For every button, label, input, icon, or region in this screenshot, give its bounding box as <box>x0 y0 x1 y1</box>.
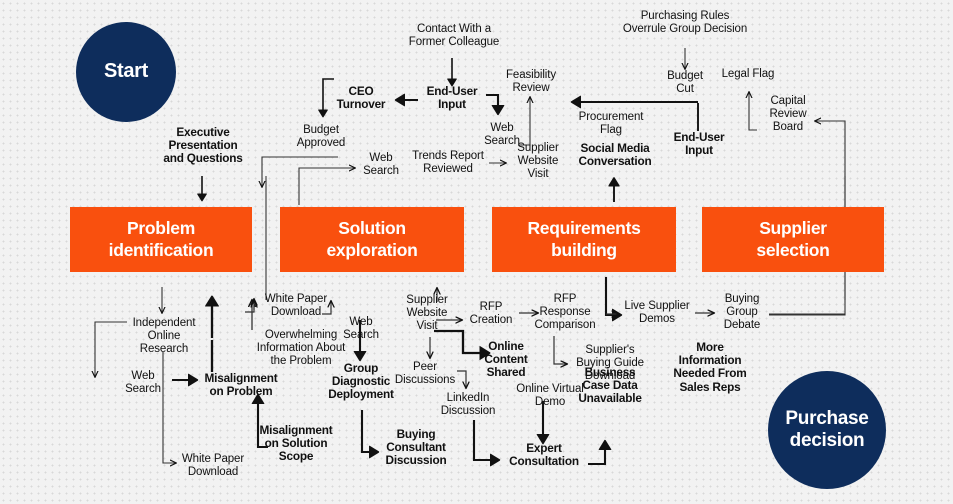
node-buying-group-debate: Buying Group Debate <box>723 293 761 331</box>
node-supplier-website-visit-bottom: Supplier Website Visit <box>406 294 448 332</box>
node-misalignment-on-solution-scope: Misalignment on Solution Scope <box>259 423 333 464</box>
node-business-case-data-unavailable: Business Case Data Unavailable <box>578 365 642 406</box>
node-feasibility-review: Feasibility Review <box>505 69 557 94</box>
node-linkedin-discussion: LinkedIn Discussion <box>440 392 496 417</box>
node-web-search-bottom-left: Web Search <box>125 370 161 395</box>
node-independent-online-research: Independent Online Research <box>132 317 196 355</box>
node-supplier-website-visit-top: Supplier Website Visit <box>517 142 559 180</box>
node-legal-flag: Legal Flag <box>721 68 775 80</box>
stage-box-solution-exploration[interactable]: Solution exploration <box>280 207 464 272</box>
stage-box-requirements-building[interactable]: Requirements building <box>492 207 676 272</box>
node-more-information-needed: More Information Needed From Sales Reps <box>673 340 747 394</box>
node-live-supplier-demos: Live Supplier Demos <box>624 300 690 325</box>
node-web-search-bottom-mid: Web Search <box>343 316 379 341</box>
node-purchasing-rules-overrule: Purchasing Rules Overrule Group Decision <box>622 10 748 35</box>
stage-box-problem-identification[interactable]: Problem identification <box>70 207 252 272</box>
stage-box-supplier-selection[interactable]: Supplier selection <box>702 207 884 272</box>
node-web-search-top-left: Web Search <box>363 152 399 177</box>
buyer-journey-diagram: Problem identification Solution explorat… <box>0 0 953 504</box>
node-budget-cut: Budget Cut <box>667 70 703 95</box>
node-trends-report-reviewed: Trends Report Reviewed <box>412 150 484 175</box>
start-circle[interactable]: Start <box>76 22 176 122</box>
node-rfp-response-comparison: RFP Response Comparison <box>534 293 596 331</box>
node-misalignment-on-problem: Misalignment on Problem <box>204 371 278 399</box>
node-contact-former-colleague: Contact With a Former Colleague <box>408 23 500 48</box>
node-ceo-turnover: CEO Turnover <box>336 84 386 112</box>
node-procurement-flag: Procurement Flag <box>578 111 644 136</box>
node-online-content-shared: Online Content Shared <box>484 339 528 380</box>
node-expert-consultation: Expert Consultation <box>509 441 579 469</box>
node-capital-review-board: Capital Review Board <box>769 95 807 133</box>
node-peer-discussions: Peer Discussions <box>394 361 456 386</box>
node-budget-approved: Budget Approved <box>296 124 346 149</box>
node-white-paper-download-mid: White Paper Download <box>264 293 328 318</box>
node-rfp-creation: RFP Creation <box>469 301 513 326</box>
purchase-decision-circle[interactable]: Purchase decision <box>768 371 886 489</box>
node-white-paper-download-bottom: White Paper Download <box>181 453 245 478</box>
node-social-media-conversation: Social Media Conversation <box>578 141 652 169</box>
node-buying-consultant-discussion: Buying Consultant Discussion <box>385 427 447 468</box>
node-end-user-input-left: End-User Input <box>426 84 478 112</box>
node-executive-presentation: Executive Presentation and Questions <box>163 125 243 166</box>
node-end-user-input-right: End-User Input <box>673 130 725 158</box>
